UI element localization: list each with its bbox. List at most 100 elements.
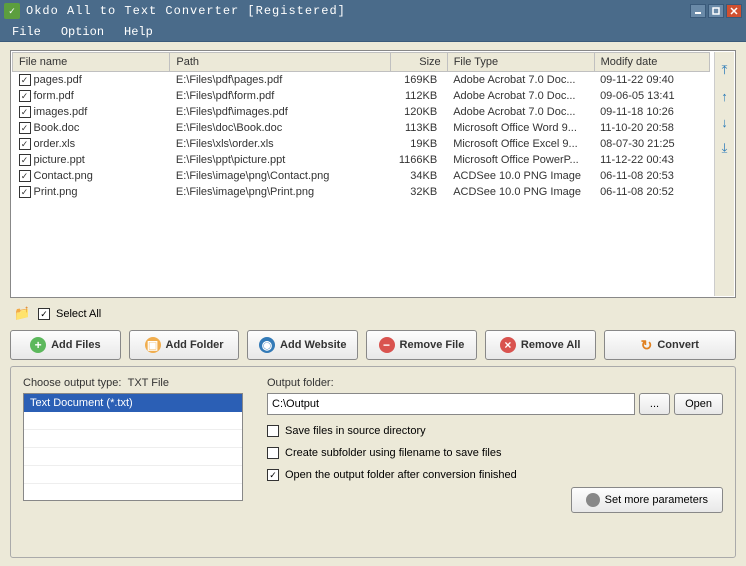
row-checkbox[interactable]: ✓ — [19, 74, 31, 86]
opt-save-source-checkbox[interactable] — [267, 425, 279, 437]
output-folder-label: Output folder: — [267, 377, 723, 389]
remove-all-button[interactable]: ×Remove All — [485, 330, 596, 360]
table-row[interactable]: ✓Contact.png E:\Files\image\png\Contact.p… — [13, 168, 710, 184]
table-row[interactable]: ✓order.xls E:\Files\xls\order.xls19KBMicr… — [13, 136, 710, 152]
maximize-button[interactable] — [708, 4, 724, 18]
file-size: 169KB — [390, 72, 447, 89]
col-filename[interactable]: File name — [13, 53, 170, 72]
file-path: E:\Files\xls\order.xls — [170, 136, 390, 152]
file-name: pages.pdf — [34, 74, 82, 86]
move-bottom-icon[interactable]: ⤓ — [717, 140, 733, 156]
file-type: ACDSee 10.0 PNG Image — [447, 168, 594, 184]
file-type: Microsoft Office PowerP... — [447, 152, 594, 168]
file-name: Book.doc — [34, 122, 80, 134]
file-path: E:\Files\pdf\images.pdf — [170, 104, 390, 120]
convert-button[interactable]: ↻Convert — [604, 330, 736, 360]
browse-button[interactable]: ... — [639, 393, 670, 415]
file-date: 09-11-22 09:40 — [594, 72, 709, 89]
move-up-icon[interactable]: ↑ — [717, 88, 733, 104]
file-type: Microsoft Office Excel 9... — [447, 136, 594, 152]
gear-icon — [586, 493, 600, 507]
opt-save-source-label: Save files in source directory — [285, 425, 426, 437]
titlebar: ✓ Okdo All to Text Converter [Registered… — [0, 0, 746, 22]
row-checkbox[interactable]: ✓ — [19, 90, 31, 102]
menu-file[interactable]: File — [6, 23, 47, 41]
file-path: E:\Files\ppt\picture.ppt — [170, 152, 390, 168]
file-date: 09-06-05 13:41 — [594, 88, 709, 104]
set-more-parameters-button[interactable]: Set more parameters — [571, 487, 723, 513]
file-date: 09-11-18 10:26 — [594, 104, 709, 120]
file-date: 08-07-30 21:25 — [594, 136, 709, 152]
selectall-label: Select All — [56, 308, 101, 320]
menu-option[interactable]: Option — [55, 23, 110, 41]
file-type: ACDSee 10.0 PNG Image — [447, 184, 594, 200]
file-path: E:\Files\doc\Book.doc — [170, 120, 390, 136]
opt-open-folder-label: Open the output folder after conversion … — [285, 469, 517, 481]
selectall-checkbox[interactable]: ✓ — [38, 308, 50, 320]
file-path: E:\Files\pdf\pages.pdf — [170, 72, 390, 89]
move-down-icon[interactable]: ↓ — [717, 114, 733, 130]
row-checkbox[interactable]: ✓ — [19, 122, 31, 134]
file-name: Contact.png — [34, 170, 93, 182]
row-checkbox[interactable]: ✓ — [19, 154, 31, 166]
file-type: Adobe Acrobat 7.0 Doc... — [447, 104, 594, 120]
table-row[interactable]: ✓Book.doc E:\Files\doc\Book.doc113KBMicro… — [13, 120, 710, 136]
output-type-listbox[interactable]: Text Document (*.txt) — [23, 393, 243, 501]
minus-icon: − — [379, 337, 395, 353]
file-size: 112KB — [390, 88, 447, 104]
file-type: Adobe Acrobat 7.0 Doc... — [447, 88, 594, 104]
menu-help[interactable]: Help — [118, 23, 159, 41]
file-path: E:\Files\image\png\Contact.png — [170, 168, 390, 184]
globe-icon: ◉ — [259, 337, 275, 353]
file-name: form.pdf — [34, 90, 74, 102]
window-title: Okdo All to Text Converter [Registered] — [26, 4, 690, 18]
file-type: Microsoft Office Word 9... — [447, 120, 594, 136]
col-type[interactable]: File Type — [447, 53, 594, 72]
row-checkbox[interactable]: ✓ — [19, 138, 31, 150]
file-type: Adobe Acrobat 7.0 Doc... — [447, 72, 594, 89]
minimize-button[interactable] — [690, 4, 706, 18]
add-files-button[interactable]: +Add Files — [10, 330, 121, 360]
output-type-label: Choose output type: — [23, 377, 121, 389]
table-row[interactable]: ✓pages.pdf E:\Files\pdf\pages.pdf169KBAdo… — [13, 72, 710, 89]
list-item[interactable]: Text Document (*.txt) — [24, 394, 242, 412]
close-button[interactable] — [726, 4, 742, 18]
file-size: 113KB — [390, 120, 447, 136]
file-size: 1166KB — [390, 152, 447, 168]
row-checkbox[interactable]: ✓ — [19, 106, 31, 118]
file-name: images.pdf — [34, 106, 88, 118]
row-checkbox[interactable]: ✓ — [19, 186, 31, 198]
output-folder-input[interactable] — [267, 393, 635, 415]
col-date[interactable]: Modify date — [594, 53, 709, 72]
file-date: 11-10-20 20:58 — [594, 120, 709, 136]
row-checkbox[interactable]: ✓ — [19, 170, 31, 182]
file-list[interactable]: File name Path Size File Type Modify dat… — [12, 52, 710, 296]
plus-icon: + — [30, 337, 46, 353]
opt-subfolder-checkbox[interactable] — [267, 447, 279, 459]
file-date: 06-11-08 20:53 — [594, 168, 709, 184]
file-name: picture.ppt — [34, 154, 85, 166]
folder-up-icon[interactable] — [14, 306, 32, 322]
file-name: order.xls — [34, 138, 76, 150]
table-row[interactable]: ✓Print.pngE:\Files\image\png\Print.png32… — [13, 184, 710, 200]
file-path: E:\Files\image\png\Print.png — [170, 184, 390, 200]
file-size: 19KB — [390, 136, 447, 152]
move-top-icon[interactable]: ⤒ — [717, 62, 733, 78]
folder-icon: ▣ — [145, 337, 161, 353]
add-folder-button[interactable]: ▣Add Folder — [129, 330, 240, 360]
col-path[interactable]: Path — [170, 53, 390, 72]
table-row[interactable]: ✓picture.ppt E:\Files\ppt\picture.ppt1166… — [13, 152, 710, 168]
file-path: E:\Files\pdf\form.pdf — [170, 88, 390, 104]
open-button[interactable]: Open — [674, 393, 723, 415]
remove-file-button[interactable]: −Remove File — [366, 330, 477, 360]
table-row[interactable]: ✓images.pdfE:\Files\pdf\images.pdf120KBA… — [13, 104, 710, 120]
file-name: Print.png — [34, 186, 78, 198]
col-size[interactable]: Size — [390, 53, 447, 72]
table-row[interactable]: ✓form.pdf E:\Files\pdf\form.pdf112KBAdobe… — [13, 88, 710, 104]
x-icon: × — [500, 337, 516, 353]
add-website-button[interactable]: ◉Add Website — [247, 330, 358, 360]
output-type-value: TXT File — [128, 377, 169, 389]
file-date: 06-11-08 20:52 — [594, 184, 709, 200]
opt-open-folder-checkbox[interactable]: ✓ — [267, 469, 279, 481]
convert-icon: ↻ — [641, 337, 653, 354]
